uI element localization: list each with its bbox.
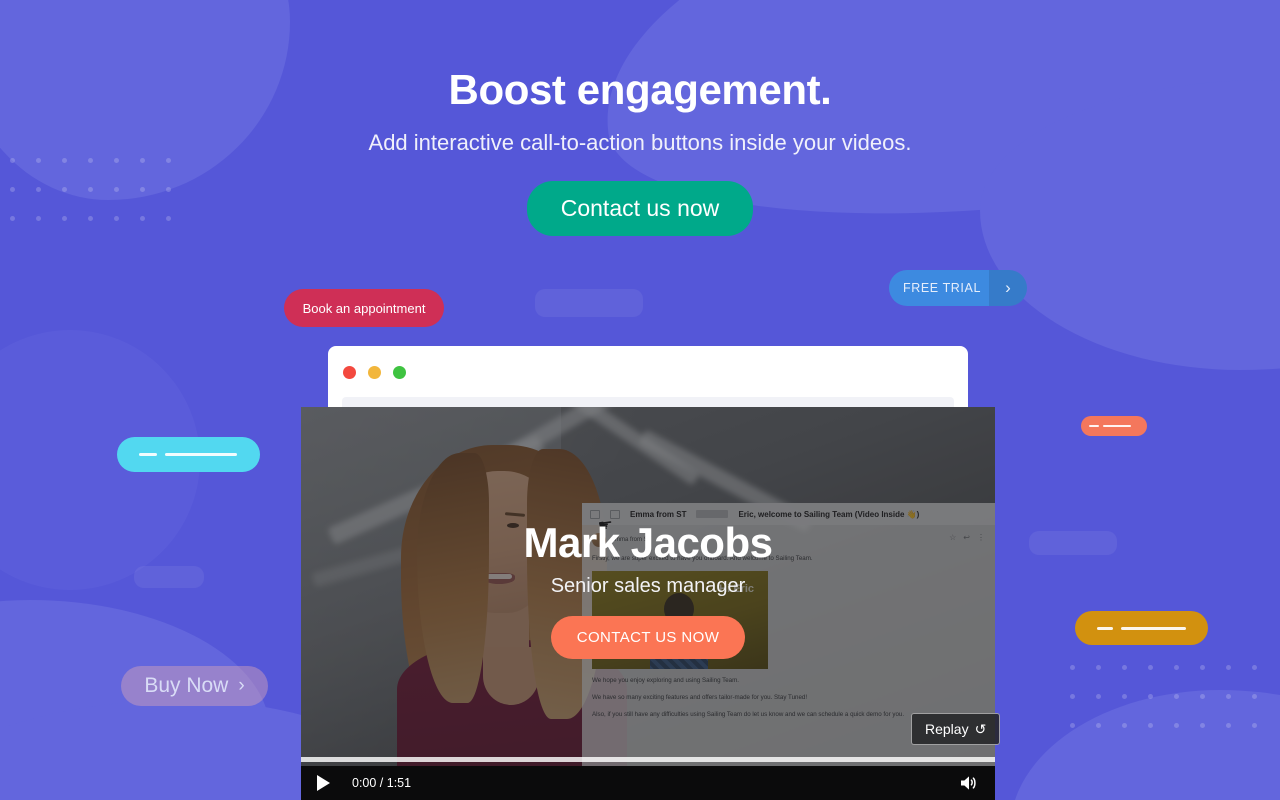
- decorative-dot: [1226, 694, 1231, 699]
- contact-us-now-button[interactable]: Contact us now: [526, 181, 754, 236]
- video-control-bar: 0:00 / 1:51: [301, 766, 995, 800]
- decorative-dot: [1252, 694, 1257, 699]
- pill-line-long: [1120, 626, 1186, 630]
- pill-line-long: [1103, 425, 1131, 427]
- replay-label: Replay: [925, 721, 969, 737]
- presenter-name: Mark Jacobs: [523, 519, 773, 566]
- time-display: 0:00 / 1:51: [352, 776, 412, 790]
- dot-grid-bottom-right: [1070, 665, 1278, 752]
- pill-line-short: [139, 453, 157, 456]
- decorative-dot: [1096, 694, 1101, 699]
- placeholder-pill-right: [1029, 531, 1117, 555]
- decorative-dot: [1070, 665, 1075, 670]
- presenter-role: Senior sales manager: [550, 575, 746, 597]
- decorative-dot: [1200, 723, 1205, 728]
- replay-icon: ↺: [974, 720, 987, 737]
- replay-button[interactable]: Replay ↺: [911, 713, 1001, 745]
- video-cta-overlay: Mark Jacobs Senior sales manager CONTACT…: [301, 519, 995, 659]
- placeholder-pill-top: [535, 289, 643, 317]
- page-title: Boost engagement.: [448, 66, 832, 113]
- page-subtitle: Add interactive call-to-action buttons i…: [368, 130, 912, 155]
- book-an-appointment-button[interactable]: Book an appointment: [284, 289, 444, 327]
- decorative-dot: [1096, 723, 1101, 728]
- decorative-dot: [1148, 665, 1153, 670]
- decorative-dot: [1226, 723, 1231, 728]
- decorative-dot: [1096, 665, 1101, 670]
- decorative-pill-coral: [1081, 416, 1147, 436]
- decorative-dot: [1200, 694, 1205, 699]
- decorative-dot: [1070, 694, 1075, 699]
- decorative-dot: [1226, 665, 1231, 670]
- decorative-dot: [1122, 665, 1127, 670]
- buy-now-button[interactable]: Buy Now ›: [121, 666, 268, 706]
- decorative-dot: [1122, 694, 1127, 699]
- pill-line-long: [165, 453, 237, 456]
- window-controls: [328, 346, 968, 379]
- free-trial-button[interactable]: FREE TRIAL ›: [889, 270, 1027, 306]
- close-icon[interactable]: [343, 366, 356, 379]
- video-progress-bar[interactable]: [301, 757, 995, 762]
- hero-section: Boost engagement. Add interactive call-t…: [0, 0, 1280, 236]
- chevron-right-icon: ›: [238, 675, 245, 696]
- decorative-dot: [1070, 723, 1075, 728]
- decorative-dot: [1252, 723, 1257, 728]
- volume-button[interactable]: [959, 774, 979, 792]
- maximize-icon[interactable]: [393, 366, 406, 379]
- play-button[interactable]: [317, 775, 330, 791]
- free-trial-label: FREE TRIAL: [902, 281, 981, 295]
- chevron-right-icon: ›: [989, 270, 1027, 306]
- decorative-dot: [1174, 694, 1179, 699]
- pill-line-short: [1089, 425, 1099, 427]
- buy-now-label: Buy Now: [144, 674, 229, 697]
- pill-line-short: [1097, 626, 1113, 630]
- decorative-dot: [1148, 694, 1153, 699]
- minimize-icon[interactable]: [368, 366, 381, 379]
- decorative-dot: [1148, 723, 1153, 728]
- decorative-dot: [1252, 665, 1257, 670]
- decorative-dot: [1200, 665, 1205, 670]
- decorative-dot: [1122, 723, 1127, 728]
- decorative-pill-cyan: [117, 437, 260, 472]
- decorative-dot: [1174, 723, 1179, 728]
- decorative-pill-orange: [1075, 611, 1208, 645]
- placeholder-pill-left: [134, 566, 204, 588]
- video-player[interactable]: Emma from ST Eric, welcome to Sailing Te…: [301, 407, 995, 800]
- video-contact-us-now-button[interactable]: CONTACT US NOW: [550, 616, 746, 659]
- decorative-dot: [1174, 665, 1179, 670]
- volume-icon: [961, 776, 976, 790]
